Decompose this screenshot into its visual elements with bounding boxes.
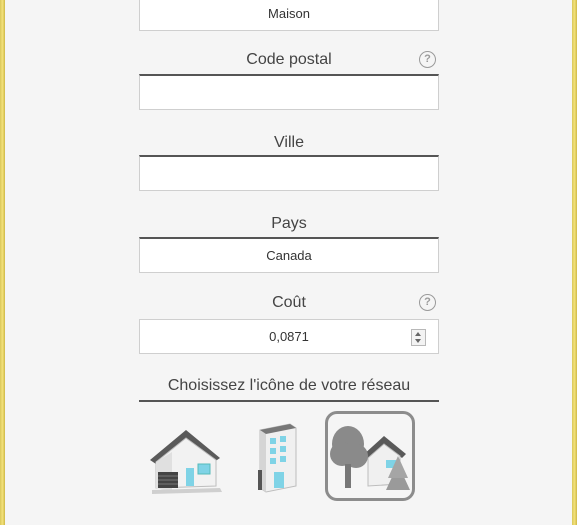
type-field-value: Maison <box>268 6 310 21</box>
house-trees-icon <box>330 426 410 490</box>
country-label-row: Pays <box>139 214 439 234</box>
country-label: Pays <box>271 215 307 232</box>
icon-section-title: Choisissez l'icône de votre réseau <box>139 374 439 402</box>
help-icon[interactable]: ? <box>419 294 436 311</box>
house-garage-icon <box>150 430 222 494</box>
window-frame-right <box>572 0 577 525</box>
icon-option-house-garage[interactable] <box>142 412 230 500</box>
type-field[interactable]: Maison <box>139 0 439 31</box>
postal-code-label: Code postal <box>246 51 332 68</box>
postal-code-label-row: Code postal ? <box>139 50 439 70</box>
city-label-row: Ville <box>139 133 439 153</box>
cost-spinner[interactable] <box>411 329 426 346</box>
spinner-down-icon[interactable] <box>415 339 421 343</box>
icon-option-apartment[interactable] <box>234 412 322 500</box>
cost-label: Coût <box>272 294 306 311</box>
cost-value: 0,0871 <box>269 329 309 344</box>
cost-label-row: Coût ? <box>139 293 439 313</box>
city-input[interactable] <box>139 155 439 191</box>
postal-code-input[interactable] <box>139 74 439 110</box>
help-icon[interactable]: ? <box>419 51 436 68</box>
icon-option-house-trees[interactable] <box>325 411 415 501</box>
icon-section-title-text: Choisissez l'icône de votre réseau <box>167 377 411 394</box>
window-frame-left <box>0 0 5 525</box>
cost-input[interactable]: 0,0871 <box>139 319 439 354</box>
apartment-building-icon <box>258 423 297 493</box>
country-select[interactable]: Canada <box>139 237 439 273</box>
city-label: Ville <box>274 134 304 151</box>
country-value: Canada <box>266 248 312 263</box>
spinner-up-icon[interactable] <box>415 332 421 336</box>
